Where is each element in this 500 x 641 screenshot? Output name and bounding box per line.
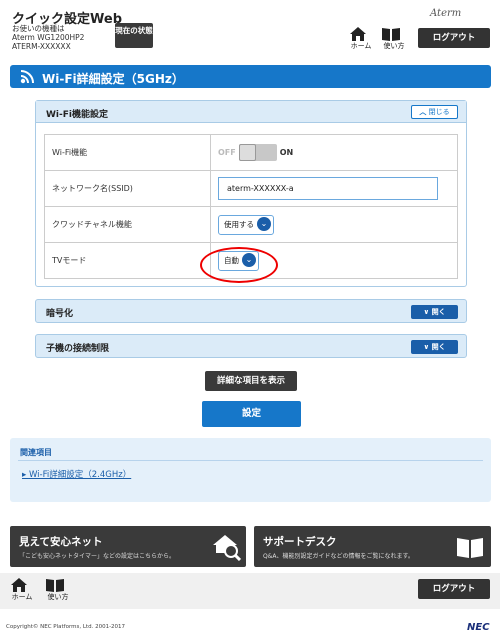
book-icon	[46, 579, 64, 592]
manual-label: 使い方	[383, 42, 405, 50]
banner-title: サポートデスク	[263, 536, 337, 548]
wifi-toggle-cell: OFF ON	[210, 134, 458, 171]
copyright: Copyright© NEC Platforms, Ltd. 2001-2017	[6, 624, 126, 630]
related-link-label: Wi-Fi詳細設定（2.4GHz）	[28, 470, 132, 480]
support-desk-banner[interactable]: サポートデスク Q&A、機能別設定ガイドなどの情報をご覧になれます。	[254, 526, 491, 567]
expand-button[interactable]: ∨ 開く	[411, 340, 458, 354]
aterm-logo: Aterm	[430, 8, 462, 19]
banner-title: 見えて安心ネット	[19, 536, 103, 548]
book-icon	[457, 538, 483, 558]
ssid-cell	[210, 170, 458, 207]
device-ssid: ATERM-XXXXXX	[12, 42, 71, 51]
mieru-anshin-banner[interactable]: 見えて安心ネット 「こども安心ネットタイマー」などの設定はこちらから。	[10, 526, 246, 567]
select-value: 使用する	[224, 219, 254, 229]
quad-channel-cell: 使用する ⌄	[210, 206, 458, 243]
wifi-icon	[20, 70, 34, 84]
home-label: ホーム	[350, 42, 372, 50]
device-info: お使いの機種は Aterm WG1200HP2 ATERM-XXXXXX	[12, 24, 84, 51]
encryption-section: 暗号化 ∨ 開く	[35, 299, 467, 323]
house-search-icon	[213, 535, 241, 561]
table-row: クワッドチャネル機能 使用する ⌄	[44, 206, 458, 243]
header: クイック設定Web お使いの機種は Aterm WG1200HP2 ATERM-…	[0, 0, 500, 58]
section-title: 暗号化	[46, 309, 74, 319]
row-label: Wi-Fi機能	[44, 134, 211, 171]
switch-track[interactable]	[238, 144, 277, 161]
switch-on-label: ON	[279, 148, 294, 157]
home-label: ホーム	[11, 593, 33, 601]
section-title: Wi-Fi機能設定	[46, 110, 108, 120]
device-label: お使いの機種は	[12, 24, 65, 33]
expand-label: 開く	[431, 308, 446, 316]
switch-knob[interactable]	[238, 144, 256, 161]
collapse-button[interactable]: ︿ 閉じる	[411, 105, 458, 119]
wifi-function-switch[interactable]: OFF ON	[218, 144, 293, 161]
manual-nav-button[interactable]: 使い方	[46, 578, 70, 602]
table-row: ネットワーク名(SSID)	[44, 170, 458, 207]
submit-button[interactable]: 設定	[202, 401, 301, 427]
book-icon	[382, 28, 400, 41]
nec-logo: NEC	[467, 622, 490, 633]
quad-channel-select[interactable]: 使用する ⌄	[218, 214, 274, 235]
home-icon	[11, 578, 27, 592]
divider	[18, 460, 483, 461]
logout-button[interactable]: ログアウト	[418, 28, 490, 48]
collapse-label: 閉じる	[428, 108, 450, 116]
device-model: Aterm WG1200HP2	[12, 33, 85, 42]
expand-button[interactable]: ∨ 開く	[411, 305, 458, 319]
banner-subtitle: 「こども安心ネットタイマー」などの設定はこちらから。	[19, 553, 176, 560]
table-row: Wi-Fi機能 OFF ON	[44, 134, 458, 171]
related-items: 関連項目 ▸ Wi-Fi詳細設定（2.4GHz）	[10, 438, 491, 502]
chevron-down-icon: ∨	[423, 308, 430, 316]
home-icon	[350, 27, 366, 41]
section-title: 子機の接続制限	[46, 344, 110, 354]
related-heading: 関連項目	[20, 448, 52, 457]
chevron-up-icon: ︿	[419, 108, 427, 116]
home-nav-button[interactable]: ホーム	[350, 27, 372, 51]
expand-label: 開く	[431, 343, 446, 351]
home-nav-button[interactable]: ホーム	[11, 578, 33, 602]
chevron-down-icon: ⌄	[257, 216, 271, 231]
footer-nav: ホーム 使い方 ログアウト	[0, 573, 500, 609]
manual-nav-button[interactable]: 使い方	[382, 27, 406, 51]
page-title-bar: Wi-Fi詳細設定（5GHz）	[10, 65, 491, 88]
highlight-ring	[200, 247, 278, 283]
page-title: Wi-Fi詳細設定（5GHz）	[42, 72, 184, 86]
row-label: ネットワーク名(SSID)	[44, 170, 211, 207]
row-label: クワッドチャネル機能	[44, 206, 211, 243]
switch-off-label: OFF	[218, 148, 236, 157]
logout-button[interactable]: ログアウト	[418, 579, 490, 599]
chevron-down-icon: ∨	[423, 343, 430, 351]
manual-label: 使い方	[47, 593, 69, 601]
current-status-button[interactable]: 現在の状態	[115, 23, 153, 48]
child-limit-section: 子機の接続制限 ∨ 開く	[35, 334, 467, 358]
row-label: TVモード	[44, 242, 211, 279]
related-link-24ghz[interactable]: ▸ Wi-Fi詳細設定（2.4GHz）	[22, 468, 131, 480]
show-detail-button[interactable]: 詳細な項目を表示	[205, 371, 297, 391]
ssid-input[interactable]	[218, 177, 438, 200]
banner-subtitle: Q&A、機能別設定ガイドなどの情報をご覧になれます。	[263, 553, 414, 560]
section-header: Wi-Fi機能設定 ︿ 閉じる	[36, 101, 466, 123]
